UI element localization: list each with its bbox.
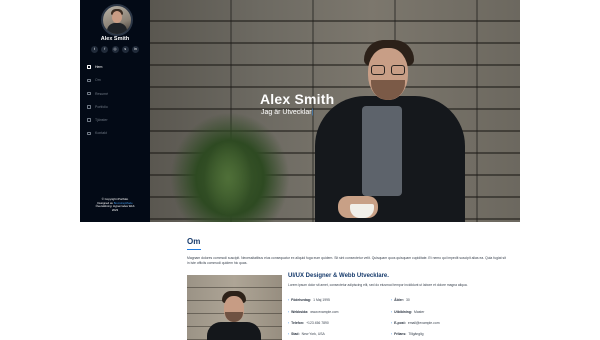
nav-item-portfolio[interactable]: Portfolio — [87, 104, 147, 110]
about-heading: Om — [187, 237, 201, 246]
chevron-right-icon: › — [391, 298, 393, 302]
user-icon — [87, 78, 91, 83]
facebook-icon[interactable]: f — [101, 46, 109, 53]
glasses-lens-right — [391, 65, 405, 75]
detail-key: Ålder: — [394, 298, 404, 302]
nav-item-om[interactable]: Om — [87, 77, 147, 83]
detail-value: email@example.com — [407, 321, 440, 325]
nav-label: Portfolio — [95, 104, 108, 109]
detail-birthday: › Födelsedag: 1 Maj 1995 — [288, 298, 330, 302]
detail-value: +123 456 7890 — [306, 321, 329, 325]
nav-item-tjanster[interactable]: Tjänster — [87, 117, 147, 123]
hero-subtitle-text: Jag är Utvecklar — [261, 109, 312, 116]
chevron-right-icon: › — [391, 332, 393, 336]
nav-label: Hem — [95, 65, 103, 69]
nav-label: Resumé — [95, 91, 109, 96]
detail-city: › Stad: New York, USA — [288, 332, 325, 336]
nav-item-resume[interactable]: Resumé — [87, 91, 147, 97]
nav-label: Tjänster — [95, 118, 108, 123]
envelope-icon — [87, 131, 91, 136]
twitter-icon[interactable]: t — [91, 46, 98, 53]
detail-freelance: › Frilans: Tillgänglig — [391, 332, 424, 336]
detail-key: E-post: — [394, 321, 406, 325]
detail-age: › Ålder: 30 — [391, 298, 410, 302]
nav-item-kontakt[interactable]: Kontakt — [87, 130, 147, 136]
copyright-year: 2023 — [111, 207, 119, 212]
hero-person-shirt — [362, 106, 402, 196]
detail-education: › Utbildning: Master — [391, 310, 424, 314]
chevron-right-icon: › — [391, 321, 393, 325]
detail-email: › E-post: email@example.com — [391, 321, 440, 325]
book-icon — [87, 105, 91, 109]
file-icon — [87, 91, 91, 96]
hero-section: Alex Smith Jag är Utvecklar| — [150, 0, 520, 222]
detail-key: Telefon: — [291, 321, 305, 325]
chevron-right-icon: › — [288, 298, 290, 302]
sidebar-nav: Hem Om Resumé Portfolio Tjänster Kontakt — [87, 64, 147, 144]
sidebar-footer: © Copyright iPortfolio Designed av Boots… — [80, 197, 150, 212]
instagram-icon[interactable]: ◎ — [111, 46, 119, 53]
detail-phone: › Telefon: +123 456 7890 — [288, 321, 329, 325]
about-intro: Magnam dolores commodi suscipit. Necessi… — [187, 256, 506, 265]
detail-value: 30 — [405, 298, 410, 302]
hero-subtitle: Jag är Utvecklar| — [261, 109, 313, 116]
avatar-face — [112, 11, 122, 23]
about-photo-body — [207, 322, 261, 340]
nav-item-hem[interactable]: Hem — [87, 64, 147, 70]
skype-icon[interactable]: s — [121, 46, 129, 53]
detail-key: Webbsida: — [291, 310, 309, 314]
detail-website: › Webbsida: www.example.com — [288, 310, 339, 314]
detail-key: Frilans: — [394, 332, 407, 336]
chevron-right-icon: › — [288, 321, 290, 325]
detail-key: Utbildning: — [394, 310, 413, 314]
role-description: Lorem ipsum dolor sit amet, consectetur … — [288, 283, 468, 287]
plant-image — [170, 112, 290, 222]
nav-label: Kontakt — [95, 131, 107, 136]
hero-person-glasses — [371, 65, 405, 75]
sidebar: Alex Smith t f ◎ s in Hem Om Resumé Port… — [80, 0, 150, 222]
detail-value: New York, USA — [301, 332, 325, 336]
typing-caret: | — [311, 109, 314, 116]
chevron-right-icon: › — [288, 310, 290, 314]
hero-title: Alex Smith — [260, 91, 335, 107]
detail-key: Stad: — [291, 332, 300, 336]
glasses-lens-left — [371, 65, 385, 75]
social-links: t f ◎ s in — [91, 46, 139, 53]
detail-value: www.example.com — [310, 310, 339, 314]
sidebar-name[interactable]: Alex Smith — [80, 36, 150, 42]
server-icon — [87, 118, 91, 122]
avatar — [101, 4, 133, 36]
home-icon — [87, 65, 91, 69]
role-title: UI/UX Designer & Webb Utvecklare. — [288, 273, 389, 279]
about-heading-underline — [187, 249, 201, 251]
detail-value: Master — [414, 310, 425, 314]
avatar-torso — [107, 23, 127, 34]
nav-label: Om — [95, 78, 101, 83]
chevron-right-icon: › — [391, 310, 393, 314]
detail-key: Födelsedag: — [291, 298, 312, 302]
chevron-right-icon: › — [288, 332, 290, 336]
about-profile-image — [187, 275, 282, 340]
detail-value: Tillgänglig — [408, 332, 424, 336]
linkedin-icon[interactable]: in — [132, 46, 139, 53]
detail-value: 1 Maj 1995 — [313, 298, 330, 302]
